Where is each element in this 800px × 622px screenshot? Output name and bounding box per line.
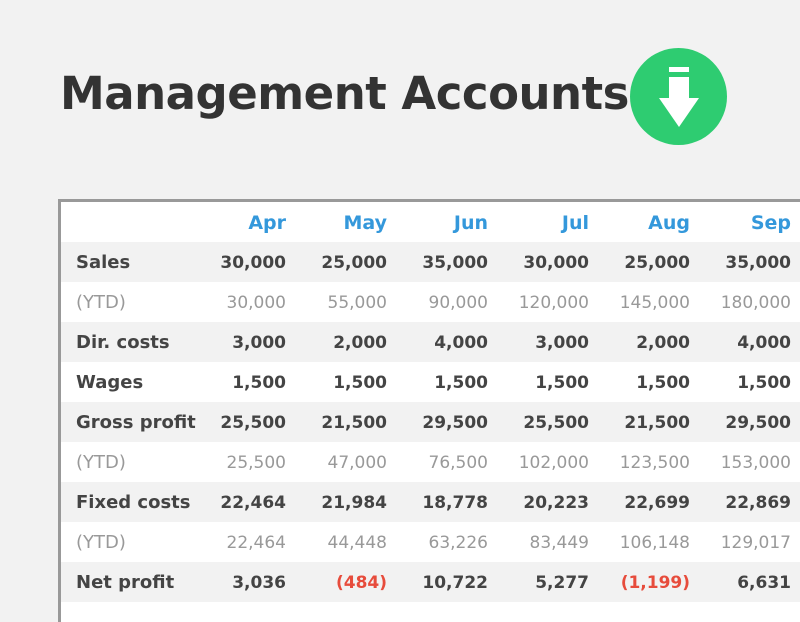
table-cell: 153,000 — [720, 453, 791, 473]
row-label: Wages — [76, 372, 144, 393]
table-cell: 21,500 — [321, 413, 387, 433]
table-cell: 83,449 — [529, 533, 589, 553]
download-button[interactable] — [630, 48, 727, 145]
table-cell: 129,017 — [720, 533, 791, 553]
table-cell: 1,500 — [636, 373, 690, 393]
table-cell: 4,000 — [737, 333, 791, 353]
table-row: (YTD) 22,464 44,448 63,226 83,449 106,148 129,… — [61, 522, 800, 562]
row-label: (YTD) — [76, 452, 126, 473]
table-cell: 21,984 — [321, 493, 387, 513]
column-header-jun: Jun — [453, 212, 488, 234]
row-label: Net profit — [76, 572, 175, 593]
table-cell: 2,000 — [333, 333, 387, 353]
table-cell: 76,500 — [428, 453, 488, 473]
column-header-aug: Aug — [648, 212, 690, 234]
table-cell: 29,500 — [422, 413, 488, 433]
table-cell: 5,277 — [535, 573, 589, 593]
table-cell: 63,226 — [428, 533, 488, 553]
table-cell: 106,148 — [619, 533, 690, 553]
column-header-sep: Sep — [750, 212, 791, 234]
table-row: (YTD) 25,500 47,000 76,500 102,000 123,500 153… — [61, 442, 800, 482]
table-cell: 2,000 — [636, 333, 690, 353]
row-label: Fixed costs — [76, 492, 191, 513]
table-cell: 3,036 — [232, 573, 286, 593]
table-row: Wages 1,500 1,500 1,500 1,500 1,500 1,500 — [61, 362, 800, 402]
table-cell: 30,000 — [220, 253, 286, 273]
page-title: Management Accounts — [60, 67, 629, 120]
table-row: (YTD) 30,000 55,000 90,000 120,000 145,000 180… — [61, 282, 800, 322]
table-cell: 22,464 — [220, 493, 286, 513]
table-cell: 30,000 — [226, 293, 286, 313]
table-cell: 1,500 — [232, 373, 286, 393]
table-cell: 25,500 — [226, 453, 286, 473]
table-row: Gross profit 25,500 21,500 29,500 25,500 21,5… — [61, 402, 800, 442]
column-header-jul: Jul — [561, 212, 589, 234]
table-cell: 1,500 — [737, 373, 791, 393]
table-cell: 22,699 — [624, 493, 690, 513]
table-cell: 21,500 — [624, 413, 690, 433]
table-cell: 55,000 — [327, 293, 387, 313]
table-header-row: Apr May Jun Jul Aug Sep — [61, 202, 800, 242]
table-cell: 3,000 — [232, 333, 286, 353]
row-label: Sales — [76, 252, 131, 273]
table-cell: 10,722 — [422, 573, 488, 593]
table-cell: 22,869 — [725, 493, 791, 513]
row-label: (YTD) — [76, 292, 126, 313]
table-cell: 90,000 — [428, 293, 488, 313]
table-row: Dir. costs 3,000 2,000 4,000 3,000 2,000 4,000 — [61, 322, 800, 362]
table-cell: 30,000 — [523, 253, 589, 273]
table-cell: 25,500 — [523, 413, 589, 433]
table-cell: 29,500 — [725, 413, 791, 433]
table-cell: 123,500 — [619, 453, 690, 473]
table-cell: 102,000 — [518, 453, 589, 473]
table-cell: 22,464 — [226, 533, 286, 553]
row-label: (YTD) — [76, 532, 126, 553]
table-cell: 1,500 — [535, 373, 589, 393]
row-label: Gross profit — [76, 412, 196, 433]
download-arrow-icon — [659, 67, 699, 127]
table-cell: 3,000 — [535, 333, 589, 353]
table-cell: 120,000 — [518, 293, 589, 313]
table-cell: 180,000 — [720, 293, 791, 313]
table-cell: 145,000 — [619, 293, 690, 313]
table-cell: 1,500 — [434, 373, 488, 393]
table-row: Net profit 3,036 (484) 10,722 5,277 (1,199) 6,… — [61, 562, 800, 602]
accounts-table: Apr May Jun Jul Aug Sep Sales 30,000 25,000 35,0… — [58, 199, 800, 622]
table-cell: 20,223 — [523, 493, 589, 513]
column-header-may: May — [343, 212, 387, 234]
table-cell: 44,448 — [327, 533, 387, 553]
table-row: Fixed costs 22,464 21,984 18,778 20,223 22,69… — [61, 482, 800, 522]
table-cell: 25,000 — [624, 253, 690, 273]
table-cell: 35,000 — [422, 253, 488, 273]
table-cell: 18,778 — [422, 493, 488, 513]
table-cell: 4,000 — [434, 333, 488, 353]
table-row: Sales 30,000 25,000 35,000 30,000 25,000 35,00… — [61, 242, 800, 282]
table-cell: (484) — [335, 573, 387, 593]
table-cell: 1,500 — [333, 373, 387, 393]
table-cell: 25,500 — [220, 413, 286, 433]
table-cell: (1,199) — [620, 573, 690, 593]
table-cell: 6,631 — [737, 573, 791, 593]
row-label: Dir. costs — [76, 332, 170, 353]
table-cell: 35,000 — [725, 253, 791, 273]
column-header-apr: Apr — [248, 212, 286, 234]
table-cell: 47,000 — [327, 453, 387, 473]
table-cell: 25,000 — [321, 253, 387, 273]
